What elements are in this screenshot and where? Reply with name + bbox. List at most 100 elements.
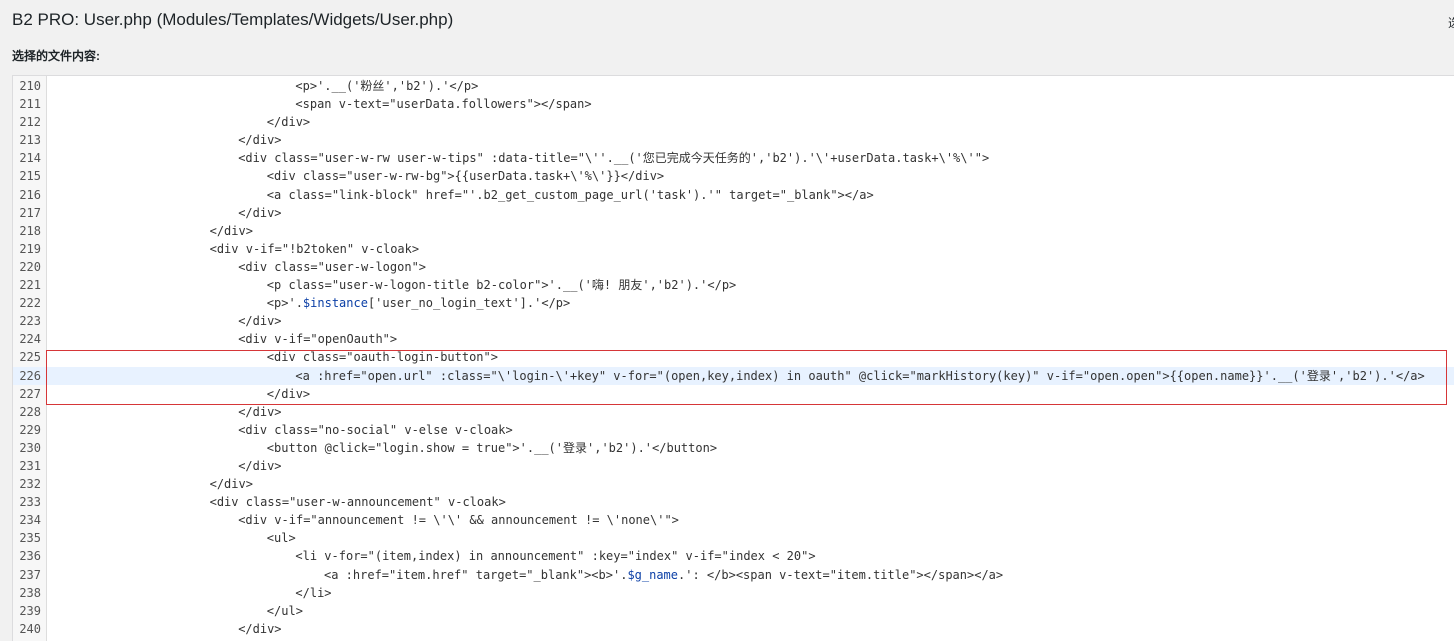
code-text[interactable]: <div class="no-social" v-else v-cloak> <box>238 421 513 439</box>
code-line[interactable]: 216 <a class="link-block" href="'.b2_get_… <box>13 186 1454 204</box>
line-number: 223 <box>19 314 41 329</box>
line-number: 235 <box>19 531 41 546</box>
code-line[interactable]: 224 <div v-if="openOauth"> <box>13 330 1454 348</box>
line-number: 232 <box>19 477 41 492</box>
code-line[interactable]: 210 <p>'.__('粉丝','b2').'</p> <box>13 77 1454 95</box>
line-number: 231 <box>19 458 41 473</box>
code-text[interactable]: <ul> <box>267 529 296 547</box>
line-number: 226 <box>19 368 41 383</box>
line-number: 236 <box>19 549 41 564</box>
code-text[interactable]: <div class="user-w-logon"> <box>238 258 426 276</box>
header-corner-text: 选 <box>1448 14 1454 31</box>
code-text[interactable]: </div> <box>238 312 281 330</box>
code-text[interactable]: <div v-if="announcement != \'\' && annou… <box>238 511 679 529</box>
code-text[interactable]: <div class="user-w-rw-bg">{{userData.tas… <box>267 167 664 185</box>
line-number: 238 <box>19 585 41 600</box>
line-number: 222 <box>19 296 41 311</box>
line-number: 233 <box>19 495 41 510</box>
code-line[interactable]: 214 <div class="user-w-rw user-w-tips" :d… <box>13 149 1454 167</box>
code-line[interactable]: 231 </div> <box>13 457 1454 475</box>
code-line[interactable]: 239 </ul> <box>13 602 1454 620</box>
code-line[interactable]: 215 <div class="user-w-rw-bg">{{userData.… <box>13 167 1454 185</box>
code-line[interactable]: 240 </div> <box>13 620 1454 638</box>
code-text[interactable]: <a class="link-block" href="'.b2_get_cus… <box>267 186 874 204</box>
code-line[interactable]: 232 </div> <box>13 475 1454 493</box>
line-number: 239 <box>19 603 41 618</box>
line-number: 218 <box>19 223 41 238</box>
line-number: 211 <box>19 97 41 112</box>
code-text[interactable]: <div v-if="openOauth"> <box>238 330 397 348</box>
code-line[interactable]: 217 </div> <box>13 204 1454 222</box>
code-text[interactable]: </div> <box>238 131 281 149</box>
code-text[interactable]: </li> <box>295 584 331 602</box>
code-segment: ['user_no_login_text'].'</p> <box>367 296 571 311</box>
code-line[interactable]: 221 <p class="user-w-logon-title b2-color… <box>13 276 1454 294</box>
code-text[interactable]: <p class="user-w-logon-title b2-color">'… <box>267 276 736 294</box>
code-segment: <p>'. <box>266 296 303 311</box>
code-line[interactable]: 218 </div> <box>13 222 1454 240</box>
line-number: 234 <box>19 513 41 528</box>
code-text[interactable]: <li v-for="(item,index) in announcement"… <box>295 547 815 565</box>
code-editor[interactable]: 210 <p>'.__('粉丝','b2').'</p> 211 <span v-te… <box>12 75 1454 641</box>
code-text[interactable]: <a :href="item.href" target="_blank"><b>… <box>324 566 1003 584</box>
code-text[interactable]: <p>'.$instance['user_no_login_text'].'</… <box>267 294 570 312</box>
code-text[interactable]: <div class="user-w-announcement" v-cloak… <box>210 493 506 511</box>
code-line[interactable]: 229 <div class="no-social" v-else v-cloak… <box>13 421 1454 439</box>
code-text[interactable]: <div class="user-w-rw user-w-tips" :data… <box>238 149 989 167</box>
code-line[interactable]: 211 <span v-text="userData.followers"></s… <box>13 95 1454 113</box>
code-line[interactable]: 238 </li> <box>13 584 1454 602</box>
code-line[interactable]: 227 </div> <box>13 385 1454 403</box>
line-number: 225 <box>19 350 41 365</box>
code-line[interactable]: 226 <a :href="open.url" :class="\'login-\… <box>13 366 1454 385</box>
code-text[interactable]: <button @click="login.show = true">'.__(… <box>267 439 717 457</box>
line-number: 228 <box>19 404 41 419</box>
line-number: 224 <box>19 332 41 347</box>
code-line[interactable]: 222 <p>'.$instance['user_no_login_text'].… <box>13 294 1454 312</box>
code-line[interactable]: 219 <div v-if="!b2token" v-cloak> <box>13 240 1454 258</box>
code-line[interactable]: 228 </div> <box>13 403 1454 421</box>
page-title: B2 PRO: User.php (Modules/Templates/Widg… <box>12 10 454 29</box>
line-number: 221 <box>19 278 41 293</box>
code-text[interactable]: <div class="oauth-login-button"> <box>267 348 498 366</box>
code-segment: .': </b><span v-text="item.title"></span… <box>678 567 1004 582</box>
code-text[interactable]: <div v-if="!b2token" v-cloak> <box>210 240 420 258</box>
code-text[interactable]: </div> <box>238 620 281 638</box>
code-lines[interactable]: 210 <p>'.__('粉丝','b2').'</p> 211 <span v-te… <box>13 76 1454 638</box>
code-text[interactable]: </div> <box>267 113 310 131</box>
line-number: 212 <box>19 115 41 130</box>
code-text[interactable]: </div> <box>210 222 253 240</box>
code-text[interactable]: </div> <box>238 403 281 421</box>
code-text[interactable]: <a :href="open.url" :class="\'login-\'+k… <box>295 367 1424 385</box>
line-number: 219 <box>19 241 41 256</box>
code-line[interactable]: 230 <button @click="login.show = true">'.… <box>13 439 1454 457</box>
code-line[interactable]: 212 </div> <box>13 113 1454 131</box>
code-line[interactable]: 236 <li v-for="(item,index) in announceme… <box>13 547 1454 565</box>
line-number: 220 <box>19 259 41 274</box>
code-text[interactable]: <p>'.__('粉丝','b2').'</p> <box>295 77 478 95</box>
file-content-label: 选择的文件内容: <box>12 49 100 63</box>
code-line[interactable]: 213 </div> <box>13 131 1454 149</box>
code-line[interactable]: 237 <a :href="item.href" target="_blank">… <box>13 566 1454 584</box>
code-line[interactable]: 225 <div class="oauth-login-button"> <box>13 348 1454 366</box>
line-number: 240 <box>19 621 41 636</box>
line-number: 230 <box>19 440 41 455</box>
code-text[interactable]: </div> <box>267 385 310 403</box>
code-text[interactable]: </ul> <box>267 602 303 620</box>
code-line[interactable]: 233 <div class="user-w-announcement" v-cl… <box>13 493 1454 511</box>
code-line[interactable]: 235 <ul> <box>13 529 1454 547</box>
code-line[interactable]: 234 <div v-if="announcement != \'\' && an… <box>13 511 1454 529</box>
line-number: 213 <box>19 133 41 148</box>
code-text[interactable]: </div> <box>210 475 253 493</box>
code-text[interactable]: </div> <box>238 204 281 222</box>
code-line[interactable]: 223 </div> <box>13 312 1454 330</box>
line-number: 216 <box>19 187 41 202</box>
line-number: 237 <box>19 567 41 582</box>
line-number: 214 <box>19 151 41 166</box>
line-number: 210 <box>19 79 41 93</box>
code-text[interactable]: <span v-text="userData.followers"></span… <box>295 95 591 113</box>
php-variable: $instance <box>302 296 368 311</box>
line-number: 215 <box>19 169 41 184</box>
line-number: 229 <box>19 422 41 437</box>
code-line[interactable]: 220 <div class="user-w-logon"> <box>13 258 1454 276</box>
code-text[interactable]: </div> <box>238 457 281 475</box>
